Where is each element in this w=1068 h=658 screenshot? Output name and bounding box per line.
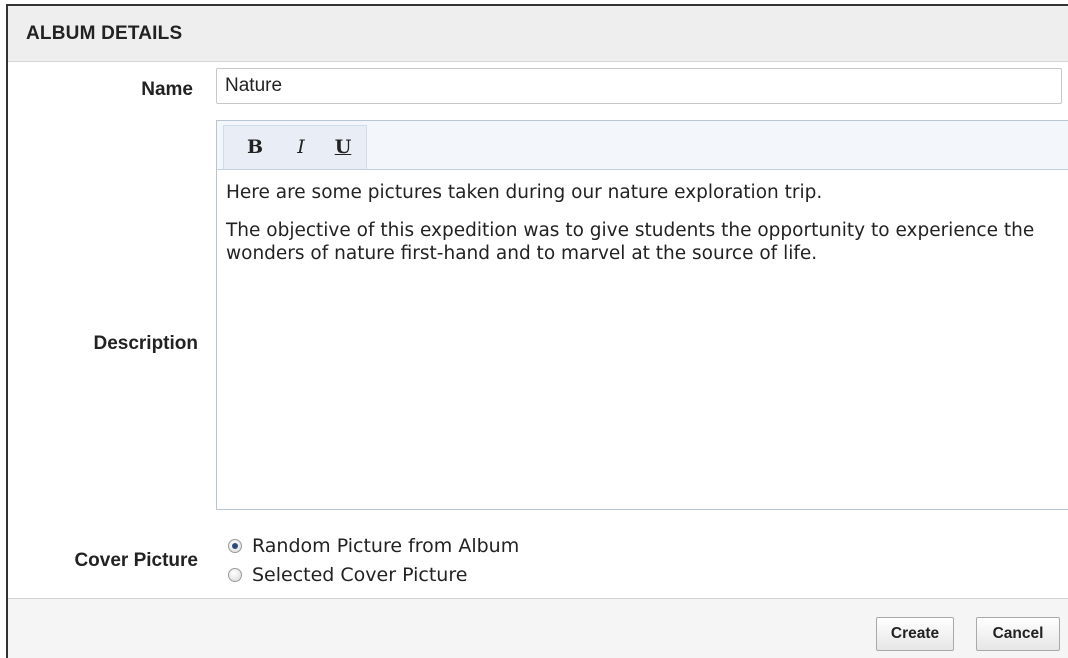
radio-checked-icon[interactable] [228,539,242,553]
cover-option-selected[interactable]: Selected Cover Picture [228,563,467,587]
panel-title: ALBUM DETAILS [26,23,183,44]
name-label: Name [141,79,193,100]
description-paragraph: Here are some pictures taken during our … [226,182,823,203]
panel-header: ALBUM DETAILS [8,6,1068,62]
bold-button[interactable]: B [242,134,268,160]
radio-unchecked-icon[interactable] [228,568,242,582]
description-paragraph: The objective of this expedition was to … [226,220,1035,264]
create-button[interactable]: Create [876,617,954,651]
format-button-group: B I U [223,125,367,169]
description-editor: B I U Here are some pictures taken durin… [216,120,1068,510]
cover-picture-label: Cover Picture [74,550,198,571]
description-textarea[interactable]: Here are some pictures taken during our … [226,181,1056,280]
italic-button[interactable]: I [288,134,314,160]
description-label: Description [93,333,198,354]
cancel-button[interactable]: Cancel [976,617,1060,651]
cover-option-label: Random Picture from Album [252,535,520,557]
album-details-panel: ALBUM DETAILS Name Description B I U Her… [6,4,1068,658]
name-input[interactable] [216,68,1062,104]
panel-footer: Create Cancel [8,598,1068,658]
cover-option-random[interactable]: Random Picture from Album [228,534,519,558]
editor-toolbar: B I U [217,121,1068,170]
cover-option-label: Selected Cover Picture [252,564,468,586]
underline-button[interactable]: U [330,134,356,160]
